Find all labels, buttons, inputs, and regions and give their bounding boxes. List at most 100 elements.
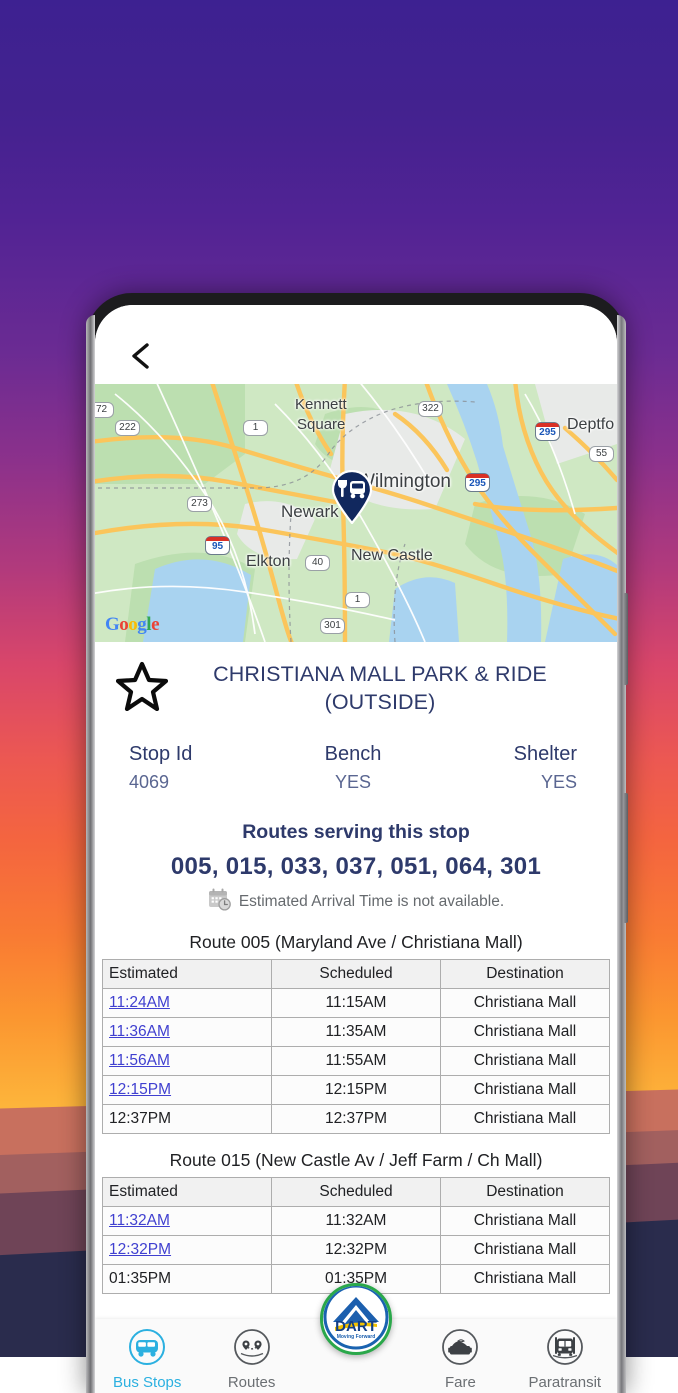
map-route-shield: 95	[205, 536, 230, 555]
stop-fact-label: Shelter	[513, 743, 577, 765]
dart-tagline: Moving Forward	[337, 1334, 376, 1340]
stop-facts-row: Stop Id 4069 Bench YES Shelter YES	[95, 742, 617, 795]
map-place-label: New Castle	[351, 547, 433, 564]
estimated-cell: 01:35PM	[102, 1264, 272, 1294]
estimated-time-link[interactable]: 11:24AM	[109, 994, 170, 1011]
arrivals-table: Estimated Scheduled Destination 11:24AM 11:1…	[102, 959, 610, 1134]
route-pins-circle-icon	[233, 1328, 271, 1371]
map-route-shield: 72	[95, 402, 114, 418]
table-row: 11:36AM 11:35AM Christiana Mall	[102, 1017, 610, 1047]
estimated-cell[interactable]: 11:24AM	[102, 988, 272, 1018]
column-header: Scheduled	[271, 1177, 441, 1207]
route-arrival-block: Route 005 (Maryland Ave / Christiana Mal…	[95, 932, 617, 1134]
star-outline-icon	[115, 661, 169, 716]
arrivals-table: Estimated Scheduled Destination 11:32AM 11:3…	[102, 1177, 610, 1294]
nav-label: Routes	[227, 1374, 276, 1391]
estimated-time-link[interactable]: 12:32PM	[109, 1241, 171, 1258]
chevron-left-icon	[128, 341, 154, 371]
destination-cell: Christiana Mall	[440, 988, 610, 1018]
table-header-row: Estimated Scheduled Destination	[102, 959, 610, 989]
stop-fact-value: YES	[540, 772, 577, 792]
map-route-shield: 301	[320, 618, 345, 634]
scheduled-cell: 11:32AM	[271, 1206, 441, 1236]
map-place-label: Square	[297, 416, 346, 433]
volume-button[interactable]	[623, 593, 628, 685]
estimated-time-link[interactable]: 11:36AM	[109, 1023, 170, 1040]
nav-item-bus-stops[interactable]: Bus Stops	[95, 1328, 199, 1391]
estimated-time-link[interactable]: 11:56AM	[109, 1052, 170, 1069]
map-route-shield: 1	[345, 592, 370, 608]
column-header: Scheduled	[271, 959, 441, 989]
estimated-cell[interactable]: 11:36AM	[102, 1017, 272, 1047]
app-top-bar	[95, 305, 617, 384]
table-row: 12:37PM 12:37PM Christiana Mall	[102, 1104, 610, 1134]
phone-device-frame: Kennett Square Wilmington Newark New Castle E…	[86, 293, 628, 1393]
table-header-row: Estimated Scheduled Destination	[102, 1177, 610, 1207]
map-route-shield: 40	[305, 555, 330, 571]
stop-fact-label: Bench	[324, 743, 382, 765]
map-route-shield: 1	[243, 420, 268, 436]
stop-header: CHRISTIANA MALL PARK & RIDE (OUTSIDE)	[95, 642, 617, 716]
map-route-shield: 322	[418, 401, 443, 417]
route-title: Route 005 (Maryland Ave / Christiana Mal…	[189, 932, 523, 952]
estimated-cell[interactable]: 12:32PM	[102, 1235, 272, 1265]
route-arrival-block: Route 015 (New Castle Av / Jeff Farm / C…	[95, 1150, 617, 1294]
map-place-label: Elkton	[246, 553, 291, 570]
scheduled-cell: 12:15PM	[271, 1075, 441, 1105]
eta-note-text: Estimated Arrival Time is not available.	[238, 893, 505, 910]
nav-label: Bus Stops	[113, 1374, 182, 1391]
dart-home-button[interactable]: DART Moving Forward	[320, 1283, 392, 1355]
table-row: 11:24AM 11:15AM Christiana Mall	[102, 988, 610, 1018]
phone-left-rail	[86, 315, 95, 1393]
bus-circle-icon	[128, 1328, 166, 1371]
arrival-tables-container: Route 005 (Maryland Ave / Christiana Mal…	[95, 932, 617, 1294]
estimated-time-link[interactable]: 11:32AM	[109, 1212, 170, 1229]
map-place-label: Deptfo	[567, 416, 615, 433]
back-button[interactable]	[121, 336, 161, 376]
stop-fact-bench: Bench YES	[278, 742, 427, 795]
farebox-circle-icon	[441, 1328, 479, 1371]
stop-fact-value: 4069	[129, 772, 170, 792]
dart-logo-icon: DART Moving Forward	[323, 1286, 389, 1352]
stop-detail-content: CHRISTIANA MALL PARK & RIDE (OUTSIDE) St…	[95, 642, 617, 1393]
destination-cell: Christiana Mall	[440, 1017, 610, 1047]
paratransit-bus-circle-icon	[546, 1328, 584, 1371]
estimated-cell: 12:37PM	[102, 1104, 272, 1134]
scheduled-cell: 11:55AM	[271, 1046, 441, 1076]
column-header: Estimated	[102, 959, 272, 989]
table-row: 12:32PM 12:32PM Christiana Mall	[102, 1235, 610, 1265]
column-header: Estimated	[102, 1177, 272, 1207]
stop-location-map[interactable]: Kennett Square Wilmington Newark New Castle E…	[95, 384, 617, 642]
nav-label: Fare	[445, 1374, 476, 1391]
power-button[interactable]	[623, 793, 628, 923]
nav-item-routes[interactable]: Routes	[199, 1328, 303, 1391]
favorite-toggle-button[interactable]	[109, 661, 175, 716]
stop-fact-value: YES	[334, 772, 371, 792]
routes-serving-title: Routes serving this stop	[242, 821, 470, 843]
calendar-clock-icon	[208, 888, 232, 916]
estimated-cell[interactable]: 12:15PM	[102, 1075, 272, 1105]
nav-item-fare[interactable]: Fare	[408, 1328, 512, 1391]
estimated-time-link[interactable]: 12:15PM	[109, 1081, 171, 1098]
scheduled-cell: 11:15AM	[271, 988, 441, 1018]
table-row: 11:32AM 11:32AM Christiana Mall	[102, 1206, 610, 1236]
map-route-shield: 222	[115, 420, 140, 436]
estimated-cell[interactable]: 11:32AM	[102, 1206, 272, 1236]
scheduled-cell: 11:35AM	[271, 1017, 441, 1047]
stop-fact-shelter: Shelter YES	[428, 742, 599, 795]
column-header: Destination	[440, 1177, 610, 1207]
bus-stop-marker-icon[interactable]	[330, 469, 374, 525]
column-header: Destination	[440, 959, 610, 989]
routes-serving-list: 005, 015, 033, 037, 051, 064, 301	[170, 853, 542, 880]
stop-fact-label: Stop Id	[129, 743, 193, 765]
nav-item-paratransit[interactable]: Paratransit	[513, 1328, 617, 1391]
stop-title: CHRISTIANA MALL PARK & RIDE (OUTSIDE)	[213, 662, 547, 714]
table-row: 11:56AM 11:55AM Christiana Mall	[102, 1046, 610, 1076]
map-route-shield: 295	[535, 422, 560, 441]
destination-cell: Christiana Mall	[440, 1104, 610, 1134]
nav-label: Paratransit	[528, 1374, 602, 1391]
map-place-label: Kennett	[295, 396, 347, 413]
estimated-cell[interactable]: 11:56AM	[102, 1046, 272, 1076]
eta-unavailable-note: Estimated Arrival Time is not available.	[95, 888, 617, 916]
dart-wordmark: DART	[335, 1318, 377, 1335]
